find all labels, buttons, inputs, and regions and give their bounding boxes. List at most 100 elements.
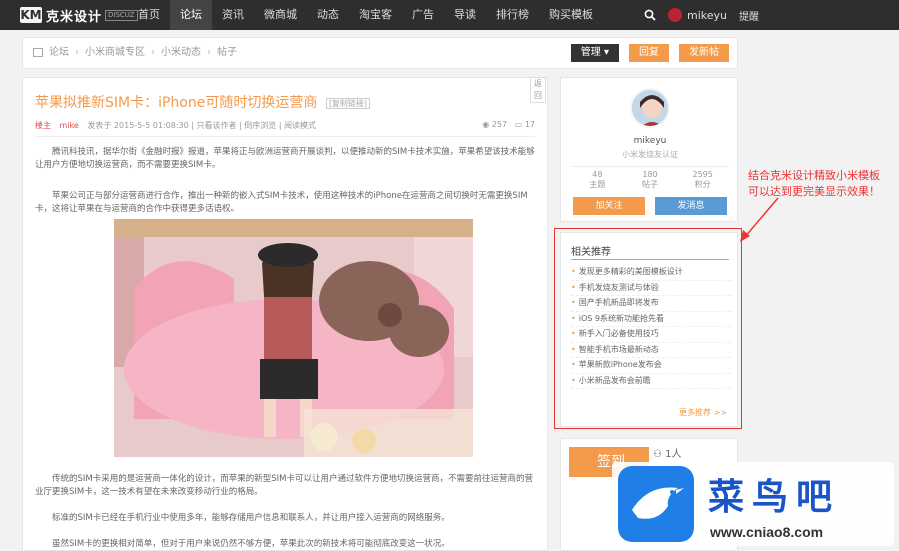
article-paragraph: 苹果公司正与部分运营商进行合作，推出一种新的嵌入式SIM卡技术，使用这种技术的i… xyxy=(35,191,528,214)
stat-label: 帖子 xyxy=(642,180,658,189)
article-photo xyxy=(114,219,473,457)
related-item[interactable]: • 手机发烧友测试与体验 xyxy=(571,281,731,296)
bullet-icon: • xyxy=(571,329,576,338)
related-item-text: 发现更多精彩的美图模板设计 xyxy=(578,267,683,276)
breadcrumb-item[interactable]: 小米商城专区 xyxy=(85,38,145,68)
views-count: 257 xyxy=(491,120,508,129)
sign-count: ⚇ 1人 xyxy=(653,445,682,460)
article-paragraph: 标准的SIM卡已经在手机行业中使用多年，能够存储用户信息和联系人，并让用户接入运… xyxy=(52,513,450,523)
bullet-icon: • xyxy=(571,267,576,276)
search-icon[interactable] xyxy=(644,9,656,21)
user-icon: ⚇ xyxy=(653,449,662,460)
bullet-icon: • xyxy=(571,360,576,369)
related-item[interactable]: • 新手入门必备使用技巧 xyxy=(571,327,731,343)
related-item-text: 国产手机新品即将发布 xyxy=(578,298,659,307)
nav-menu: 首页 论坛 资讯 微商城 动态 淘宝客 广告 导读 排行榜 购买模板 xyxy=(128,0,603,30)
profile-avatar[interactable] xyxy=(630,88,670,128)
stat-points[interactable]: 2595 积分 xyxy=(676,170,729,190)
stat-value: 180 xyxy=(642,170,658,179)
nav-item[interactable]: 购买模板 xyxy=(539,0,603,30)
related-item[interactable]: • 智能手机市场最新动态 xyxy=(571,343,731,358)
related-list: • 发现更多精彩的美图模板设计 • 手机发烧友测试与体验 • 国产手机新品即将发布 • iOS… xyxy=(571,265,731,389)
related-item[interactable]: • 发现更多精彩的美图模板设计 xyxy=(571,265,731,281)
nav-item[interactable]: 资讯 xyxy=(212,0,254,30)
manage-button[interactable]: 管理 ▾ xyxy=(570,44,619,62)
more-link[interactable]: 更多推荐 >> xyxy=(679,407,727,418)
article-title: 苹果拟推新SIM卡：iPhone可随时切换运营商 [复制链接] xyxy=(35,92,371,112)
meta-text: 发表于 2015-5-5 01:08:30 | 只看该作者 | 倒序浏览 | 阅… xyxy=(87,121,317,130)
message-button[interactable]: 发消息 xyxy=(655,197,727,215)
top-nav: KM 克米设计 DISCUZ 首页 论坛 资讯 微商城 动态 淘宝客 广告 导读 排行榜 购买模板… xyxy=(0,0,899,30)
nav-item[interactable]: 首页 xyxy=(128,0,170,30)
nav-item[interactable]: 动态 xyxy=(307,0,349,30)
stat-threads[interactable]: 48 主题 xyxy=(571,170,624,190)
stat-label: 积分 xyxy=(694,180,711,189)
user-avatar[interactable] xyxy=(668,8,682,22)
breadcrumb-item[interactable]: 论坛 xyxy=(49,38,69,68)
breadcrumb-item[interactable]: 小米动态 xyxy=(161,38,201,68)
article-stats: ◉ 257 ▭ 17 xyxy=(482,120,535,129)
divider xyxy=(571,259,729,260)
nav-right: mikeyu 提醒 xyxy=(644,0,759,30)
site-logo[interactable]: KM 克米设计 DISCUZ xyxy=(20,6,138,25)
stat-value: 2595 xyxy=(692,170,713,179)
bullet-icon: • xyxy=(571,298,576,307)
nav-item[interactable]: 排行榜 xyxy=(486,0,539,30)
stat-value: 48 xyxy=(592,170,603,179)
thread-actions: 管理 ▾ 回复 发新帖 xyxy=(561,44,729,62)
stat-posts[interactable]: 180 帖子 xyxy=(624,170,677,190)
related-item-text: 智能手机市场最新动态 xyxy=(578,344,659,354)
related-item[interactable]: • 小米新品发布会前瞻 xyxy=(571,374,731,389)
eye-icon: ◉ xyxy=(482,120,490,129)
related-title: 相关推荐 xyxy=(571,247,611,258)
copy-link[interactable]: [复制链接] xyxy=(325,97,371,109)
article-meta: 楼主 mike 发表于 2015-5-5 01:08:30 | 只看该作者 | … xyxy=(35,120,316,131)
follow-button[interactable]: 加关注 xyxy=(573,197,645,215)
replies-count: 17 xyxy=(524,120,535,129)
profile-name[interactable]: mikeyu xyxy=(561,136,739,146)
bullet-icon: • xyxy=(571,313,576,323)
new-thread-button[interactable]: 发新帖 xyxy=(679,44,729,62)
bird-logo-icon xyxy=(618,466,694,542)
nav-item[interactable]: 微商城 xyxy=(254,0,307,30)
breadcrumb-bar: 论坛 › 小米商城专区 › 小米动态 › 帖子 管理 ▾ 回复 发新帖 xyxy=(22,37,738,69)
related-item-text: 苹果新款iPhone发布会 xyxy=(578,360,662,369)
author-name[interactable]: mike xyxy=(60,121,79,130)
breadcrumb: 论坛 › 小米商城专区 › 小米动态 › 帖子 xyxy=(33,38,237,68)
author-label: 楼主 xyxy=(35,121,51,130)
article-paragraph: 虽然SIM卡的更换相对简单，但对于用户来说仍然不够方便，苹果此次的新技术将可能彻… xyxy=(52,539,450,549)
article-title-text: 苹果拟推新SIM卡：iPhone可随时切换运营商 xyxy=(35,95,318,111)
divider xyxy=(35,136,535,137)
annotation-arrow xyxy=(740,197,779,242)
nav-item[interactable]: 论坛 xyxy=(170,0,212,30)
profile-stats: 48 主题 180 帖子 2595 积分 xyxy=(571,166,729,190)
nav-notice[interactable]: 提醒 xyxy=(739,8,759,23)
author-profile-card: mikeyu 小米发烧友认证 48 主题 180 帖子 2595 积分 加关注 发消息 xyxy=(560,77,738,222)
related-item-text: 手机发烧友测试与体验 xyxy=(578,282,659,292)
article-paragraph: 传统的SIM卡采用的是运营商一体化的设计，而苹果的新型SIM卡可以让用户通过软件… xyxy=(35,474,533,497)
reply-button[interactable]: 回复 xyxy=(629,44,669,62)
watermark: 菜鸟吧 www.cniao8.com xyxy=(612,462,894,546)
sign-count-value: 1人 xyxy=(665,449,682,460)
watermark-text: 菜鸟吧 xyxy=(708,476,841,518)
related-item[interactable]: • 苹果新款iPhone发布会 xyxy=(571,358,731,374)
comment-icon: ▭ xyxy=(514,120,523,129)
nav-item[interactable]: 导读 xyxy=(444,0,486,30)
related-item-text: 小米新品发布会前瞻 xyxy=(578,375,651,385)
stat-label: 主题 xyxy=(589,180,606,189)
home-icon[interactable] xyxy=(33,48,43,57)
related-item-text: 新手入门必备使用技巧 xyxy=(578,329,659,338)
related-item-text: iOS 9系统新功能抢先看 xyxy=(578,313,664,323)
logo-text: 克米设计 xyxy=(46,9,103,25)
logo-mark: KM xyxy=(20,7,42,23)
nav-item[interactable]: 广告 xyxy=(402,0,444,30)
related-posts: 相关推荐 • 发现更多精彩的美图模板设计 • 手机发烧友测试与体验 • 国产手机新品即将发… xyxy=(560,232,738,427)
bullet-icon: • xyxy=(571,375,576,385)
nav-username[interactable]: mikeyu xyxy=(687,9,727,22)
back-tab[interactable]: 返回 xyxy=(530,77,546,103)
nav-item[interactable]: 淘宝客 xyxy=(349,0,402,30)
related-item[interactable]: • iOS 9系统新功能抢先看 xyxy=(571,312,731,327)
bullet-icon: • xyxy=(571,282,576,292)
bullet-icon: • xyxy=(571,344,576,354)
related-item[interactable]: • 国产手机新品即将发布 xyxy=(571,296,731,312)
